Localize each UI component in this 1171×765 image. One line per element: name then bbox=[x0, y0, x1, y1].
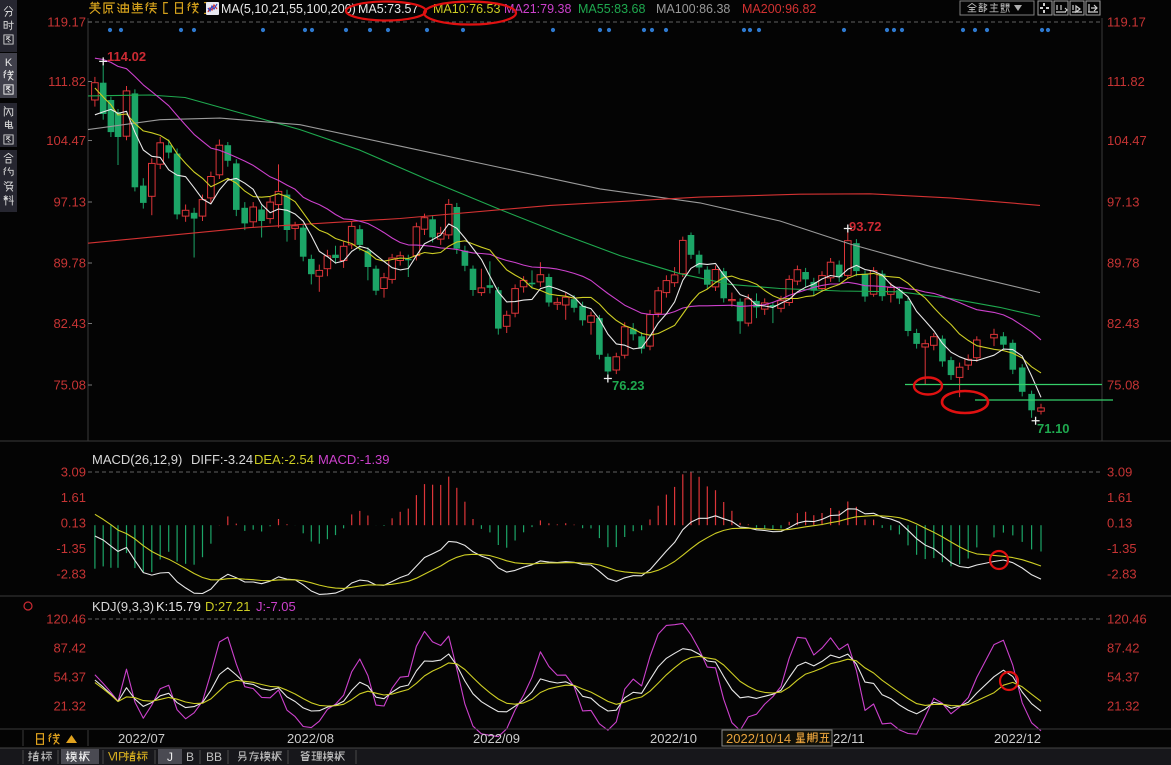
svg-text:-1.35: -1.35 bbox=[56, 541, 86, 556]
svg-text:87.42: 87.42 bbox=[1107, 641, 1140, 656]
svg-text:93.72: 93.72 bbox=[849, 219, 882, 234]
svg-text:DEA:-2.54: DEA:-2.54 bbox=[254, 452, 314, 467]
svg-text:111.82: 111.82 bbox=[1107, 74, 1145, 89]
svg-text:B: B bbox=[186, 750, 194, 764]
svg-text:54.37: 54.37 bbox=[1107, 670, 1140, 685]
svg-text:MA55:83.68: MA55:83.68 bbox=[578, 2, 645, 16]
svg-text:71.10: 71.10 bbox=[1037, 421, 1070, 436]
svg-text:119.17: 119.17 bbox=[47, 15, 86, 30]
svg-text:BB: BB bbox=[206, 750, 222, 764]
svg-text:97.13: 97.13 bbox=[53, 195, 86, 210]
svg-text:K:15.79: K:15.79 bbox=[156, 599, 201, 614]
svg-text:82.43: 82.43 bbox=[1107, 316, 1140, 331]
svg-text:119.17: 119.17 bbox=[1107, 15, 1146, 30]
svg-text:82.43: 82.43 bbox=[53, 316, 86, 331]
svg-text:87.42: 87.42 bbox=[53, 641, 86, 656]
svg-text:KDJ(9,3,3): KDJ(9,3,3) bbox=[92, 599, 154, 614]
svg-text:21.32: 21.32 bbox=[53, 699, 86, 714]
svg-text:K: K bbox=[5, 57, 13, 69]
svg-text:22/11: 22/11 bbox=[833, 731, 865, 746]
svg-text:0.13: 0.13 bbox=[1107, 516, 1132, 531]
svg-text:MA100:86.38: MA100:86.38 bbox=[656, 2, 730, 16]
svg-text:P: P bbox=[118, 750, 126, 764]
svg-text:54.37: 54.37 bbox=[53, 670, 86, 685]
svg-text:76.23: 76.23 bbox=[612, 378, 645, 393]
svg-text:-2.83: -2.83 bbox=[56, 567, 86, 582]
svg-text:-2.83: -2.83 bbox=[1107, 567, 1137, 582]
svg-text:2022/12: 2022/12 bbox=[994, 731, 1041, 746]
svg-text:MA(5,10,21,55,100,200): MA(5,10,21,55,100,200) bbox=[221, 2, 356, 16]
svg-text:104.47: 104.47 bbox=[1107, 133, 1147, 148]
svg-text:2022/10: 2022/10 bbox=[650, 731, 697, 746]
svg-text:2022/10/14: 2022/10/14 bbox=[726, 731, 791, 746]
svg-text:DIFF:-3.24: DIFF:-3.24 bbox=[191, 452, 253, 467]
svg-text:MA200:96.82: MA200:96.82 bbox=[742, 2, 816, 16]
svg-text:D:27.21: D:27.21 bbox=[205, 599, 251, 614]
svg-text:2022/08: 2022/08 bbox=[287, 731, 334, 746]
svg-text:1.61: 1.61 bbox=[61, 490, 86, 505]
svg-text:3.09: 3.09 bbox=[61, 465, 86, 480]
svg-text:75.08: 75.08 bbox=[1107, 378, 1140, 393]
svg-text:2022/07: 2022/07 bbox=[118, 731, 165, 746]
svg-text:75.08: 75.08 bbox=[53, 378, 86, 393]
svg-text:MACD:-1.39: MACD:-1.39 bbox=[318, 452, 390, 467]
svg-text:21.32: 21.32 bbox=[1107, 699, 1140, 714]
svg-text:-1.35: -1.35 bbox=[1107, 541, 1137, 556]
svg-text:0.13: 0.13 bbox=[61, 516, 86, 531]
svg-text:J:-7.05: J:-7.05 bbox=[256, 599, 296, 614]
svg-text:111.82: 111.82 bbox=[48, 74, 86, 89]
svg-text:89.78: 89.78 bbox=[1107, 256, 1140, 271]
svg-text:2022/09: 2022/09 bbox=[473, 731, 520, 746]
svg-text:104.47: 104.47 bbox=[46, 133, 86, 148]
svg-text:J: J bbox=[167, 750, 173, 764]
svg-text:3.09: 3.09 bbox=[1107, 465, 1132, 480]
svg-text:120.46: 120.46 bbox=[1107, 612, 1147, 627]
svg-text:89.78: 89.78 bbox=[53, 256, 86, 271]
svg-text:120.46: 120.46 bbox=[46, 612, 86, 627]
svg-text:97.13: 97.13 bbox=[1107, 195, 1140, 210]
svg-text:114.02: 114.02 bbox=[107, 49, 146, 64]
svg-text:1.61: 1.61 bbox=[1107, 490, 1132, 505]
svg-text:MACD(26,12,9): MACD(26,12,9) bbox=[92, 452, 182, 467]
